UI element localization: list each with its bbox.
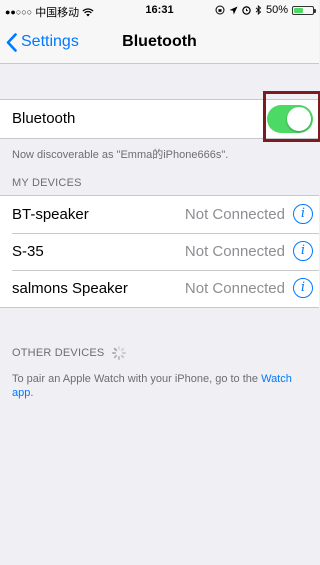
other-devices-label: OTHER DEVICES — [12, 347, 105, 359]
spinner-spoke — [120, 347, 126, 352]
battery-icon — [292, 5, 316, 15]
apple-watch-pair-text: To pair an Apple Watch with your iPhone,… — [12, 372, 302, 400]
other-devices-header: OTHER DEVICES — [12, 346, 127, 360]
status-right: 50% — [215, 4, 316, 16]
alarm-icon — [242, 6, 251, 15]
pair-instructions: To pair an Apple Watch with your iPhone,… — [12, 373, 259, 385]
status-bar: ●●○○○ 中国移动 16:31 50% — [0, 0, 319, 20]
info-icon[interactable]: i — [293, 204, 313, 224]
spinner-spoke — [120, 354, 126, 359]
battery-percent: 50% — [265, 4, 288, 16]
device-name: BT-speaker — [12, 206, 89, 223]
bluetooth-status-icon — [255, 5, 262, 15]
device-status: Not Connected — [184, 243, 285, 260]
spinner-spoke — [122, 352, 127, 354]
device-status: Not Connected — [184, 280, 285, 297]
battery-tip — [314, 8, 316, 13]
discoverable-text: Now discoverable as "Emma的iPhone666s". — [12, 149, 229, 161]
battery-fill — [294, 7, 303, 13]
my-devices-list: BT-speaker Not Connected i S-35 Not Conn… — [0, 195, 319, 308]
highlight-annotation-box — [263, 91, 320, 142]
loading-spinner-icon — [112, 346, 127, 360]
device-row-s-35[interactable]: S-35 Not Connected i — [0, 233, 319, 270]
info-icon[interactable]: i — [293, 241, 313, 261]
rotation-lock-icon — [215, 5, 225, 15]
device-row-salmons-speaker[interactable]: salmons Speaker Not Connected i — [0, 270, 319, 307]
info-icon[interactable]: i — [293, 278, 313, 298]
device-row-bt-speaker[interactable]: BT-speaker Not Connected i — [0, 196, 319, 233]
spinner-spoke — [113, 347, 119, 352]
device-name: S-35 — [12, 243, 44, 260]
bluetooth-label: Bluetooth — [12, 110, 76, 127]
device-name: salmons Speaker — [12, 280, 128, 297]
my-devices-header: MY DEVICES — [12, 177, 82, 189]
location-icon — [229, 6, 238, 14]
device-status: Not Connected — [184, 206, 285, 223]
spinner-spoke — [118, 356, 121, 360]
page-title: Bluetooth — [122, 33, 197, 50]
navigation-bar: Settings Bluetooth — [0, 20, 319, 64]
